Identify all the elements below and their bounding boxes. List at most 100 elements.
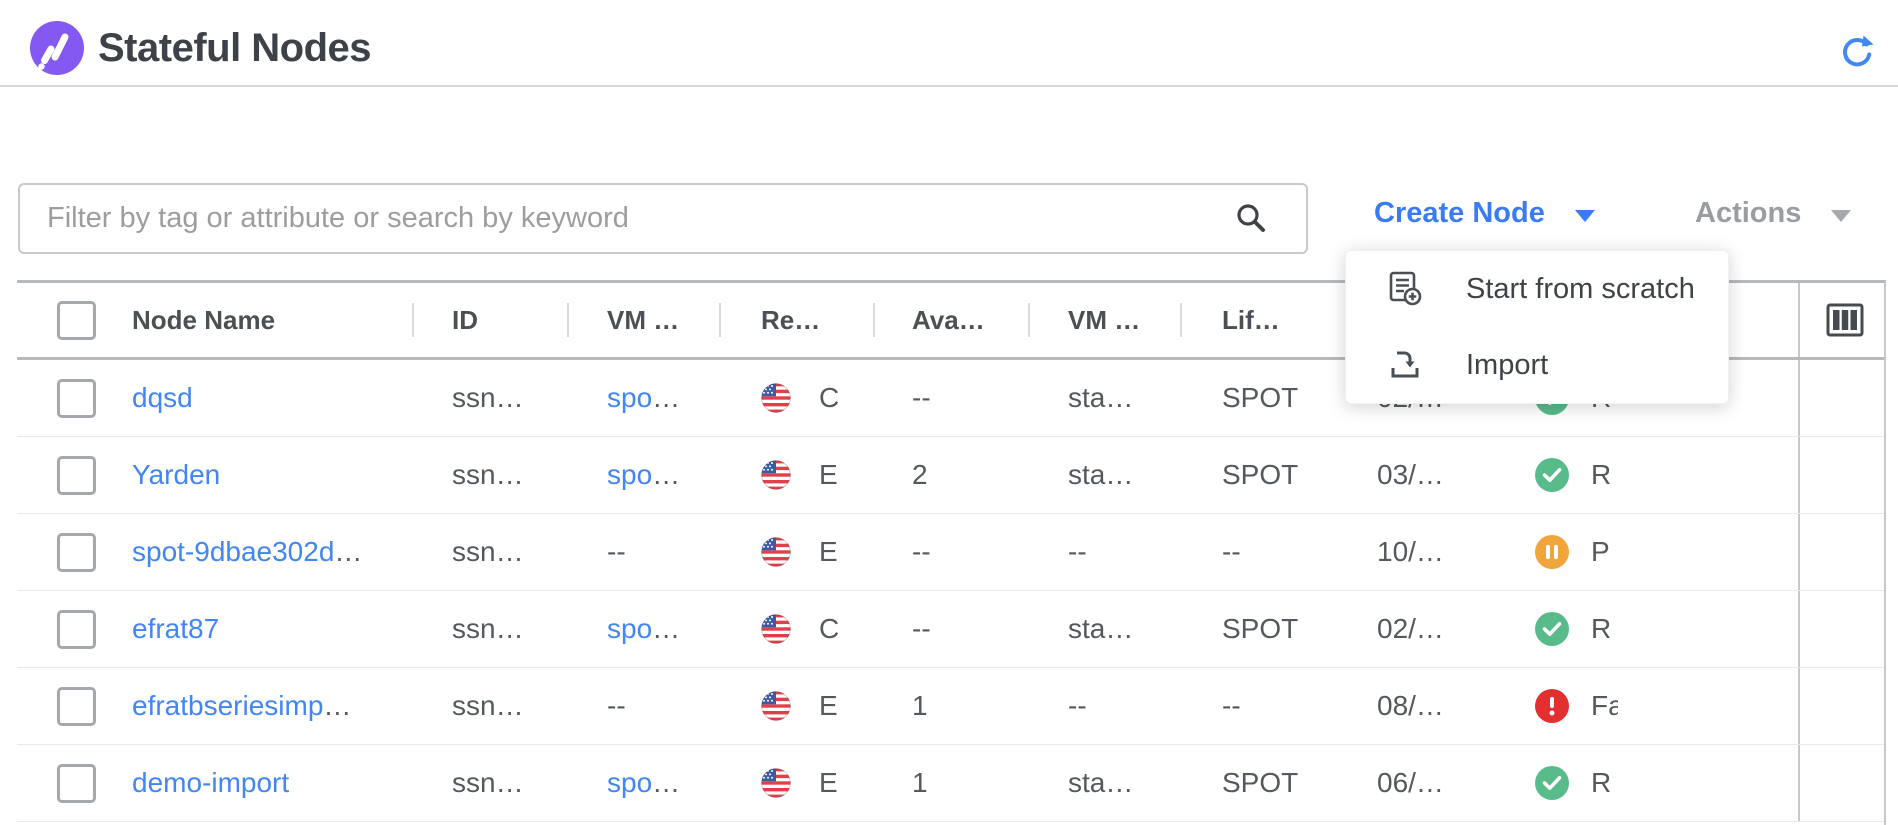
- column-header-lifecycle[interactable]: Lif…: [1180, 283, 1345, 357]
- spot-logo-icon: [30, 21, 84, 75]
- row-checkbox[interactable]: [57, 456, 96, 495]
- import-icon: [1384, 344, 1426, 386]
- availability-zone: 1: [912, 767, 928, 799]
- vm-status: sta…: [1068, 459, 1133, 491]
- created-date: 08/…: [1377, 690, 1444, 722]
- column-header-availability[interactable]: Ava…: [873, 283, 1028, 357]
- region-label: E: [819, 690, 838, 722]
- node-name-link[interactable]: Yarden: [132, 459, 220, 491]
- status-label: R: [1591, 459, 1618, 491]
- create-node-button[interactable]: Create Node: [1374, 197, 1595, 230]
- vm-status: sta…: [1068, 382, 1133, 414]
- column-header-node-name[interactable]: Node Name: [100, 283, 412, 357]
- us-flag-icon: [761, 383, 791, 413]
- status-label: R: [1591, 767, 1618, 799]
- truncation-ellipsis: …: [652, 767, 680, 799]
- caret-down-icon: [1831, 210, 1851, 222]
- truncation-ellipsis: …: [652, 613, 680, 645]
- row-checkbox[interactable]: [57, 610, 96, 649]
- table-row: spot-9dbae302d… ssn… -- E -- -- -- 10/… P: [17, 514, 1884, 591]
- column-header-vm[interactable]: VM …: [567, 283, 719, 357]
- lifecycle: SPOT: [1222, 459, 1298, 491]
- table-body: dqsdssn…spo…C--sta…SPOT02/…RYardenssn…sp…: [17, 360, 1884, 822]
- actions-button[interactable]: Actions: [1695, 197, 1851, 230]
- availability-zone: --: [912, 536, 931, 568]
- status-running-icon: [1535, 458, 1569, 492]
- row-checkbox[interactable]: [57, 687, 96, 726]
- table-row: efratbseriesimp…ssn…--E1----08/…Fa: [17, 668, 1884, 745]
- table-row: efrat87ssn…spo…C--sta…SPOT02/…R: [17, 591, 1884, 668]
- created-date: 03/…: [1377, 459, 1444, 491]
- us-flag-icon: [761, 768, 791, 798]
- actions-label: Actions: [1695, 197, 1801, 230]
- refresh-icon[interactable]: [1838, 33, 1876, 71]
- us-flag-icon: [761, 614, 791, 644]
- menu-item-start-from-scratch[interactable]: Start from scratch: [1346, 251, 1728, 327]
- us-flag-icon: [761, 691, 791, 721]
- filter-input[interactable]: [20, 185, 1237, 250]
- row-checkbox[interactable]: [57, 764, 96, 803]
- column-header-id[interactable]: ID: [412, 283, 567, 357]
- column-header-region[interactable]: Re…: [719, 283, 873, 357]
- menu-item-label: Import: [1466, 349, 1548, 382]
- availability-zone: --: [912, 613, 931, 645]
- vm-name-link[interactable]: spo: [607, 613, 652, 645]
- node-id: ssn…: [452, 613, 524, 645]
- status-label: R: [1591, 613, 1618, 645]
- search-icon[interactable]: [1234, 201, 1268, 235]
- region-label: C: [819, 613, 839, 645]
- availability-zone: 1: [912, 690, 928, 722]
- vm-status: sta…: [1068, 767, 1133, 799]
- new-document-icon: [1384, 268, 1426, 310]
- lifecycle: SPOT: [1222, 613, 1298, 645]
- status-label: Fa: [1591, 690, 1618, 722]
- node-name-link[interactable]: demo-import: [132, 767, 289, 799]
- column-header-vm-2[interactable]: VM …: [1028, 283, 1180, 357]
- node-name-link[interactable]: efratbseriesimp: [132, 690, 323, 722]
- menu-item-label: Start from scratch: [1466, 273, 1695, 306]
- status-running-icon: [1535, 766, 1569, 800]
- vm-status: --: [1068, 690, 1087, 722]
- node-id: ssn…: [452, 767, 524, 799]
- node-id: ssn…: [452, 459, 524, 491]
- page-header: Stateful Nodes: [0, 0, 1898, 87]
- node-name-link[interactable]: spot-9dbae302d: [132, 536, 334, 568]
- availability-zone: --: [912, 382, 931, 414]
- select-all-checkbox[interactable]: [57, 301, 96, 340]
- us-flag-icon: [761, 460, 791, 490]
- row-checkbox[interactable]: [57, 379, 96, 418]
- status-failed-icon: [1535, 689, 1569, 723]
- truncation-ellipsis: …: [652, 459, 680, 491]
- columns-icon[interactable]: [1826, 303, 1864, 337]
- row-checkbox[interactable]: [57, 533, 96, 572]
- created-date: 06/…: [1377, 767, 1444, 799]
- vm-status: sta…: [1068, 613, 1133, 645]
- page-title: Stateful Nodes: [98, 21, 371, 75]
- vm-name-link[interactable]: spo: [607, 459, 652, 491]
- created-date: 10/…: [1377, 536, 1444, 568]
- create-node-label: Create Node: [1374, 197, 1545, 230]
- node-id: ssn…: [452, 690, 524, 722]
- region-label: C: [819, 382, 839, 414]
- region-label: E: [819, 767, 838, 799]
- status-running-icon: [1535, 612, 1569, 646]
- lifecycle: --: [1222, 690, 1241, 722]
- truncation-ellipsis: …: [323, 690, 351, 722]
- vm-status: --: [1068, 536, 1087, 568]
- truncation-ellipsis: …: [334, 536, 362, 568]
- node-name-link[interactable]: efrat87: [132, 613, 219, 645]
- vm-name: --: [607, 536, 626, 568]
- node-id: ssn…: [452, 382, 524, 414]
- menu-item-import[interactable]: Import: [1346, 327, 1728, 403]
- availability-zone: 2: [912, 459, 928, 491]
- node-name-link[interactable]: dqsd: [132, 382, 193, 414]
- status-label: P: [1591, 536, 1618, 568]
- vm-name-link[interactable]: spo: [607, 767, 652, 799]
- stateful-nodes-page: Stateful Nodes Create Node Actions Node …: [0, 0, 1898, 822]
- filter-bar: [18, 183, 1308, 254]
- node-id: ssn…: [452, 536, 524, 568]
- vm-name-link[interactable]: spo: [607, 382, 652, 414]
- status-paused-icon: [1535, 535, 1569, 569]
- lifecycle: --: [1222, 536, 1241, 568]
- region-label: E: [819, 536, 838, 568]
